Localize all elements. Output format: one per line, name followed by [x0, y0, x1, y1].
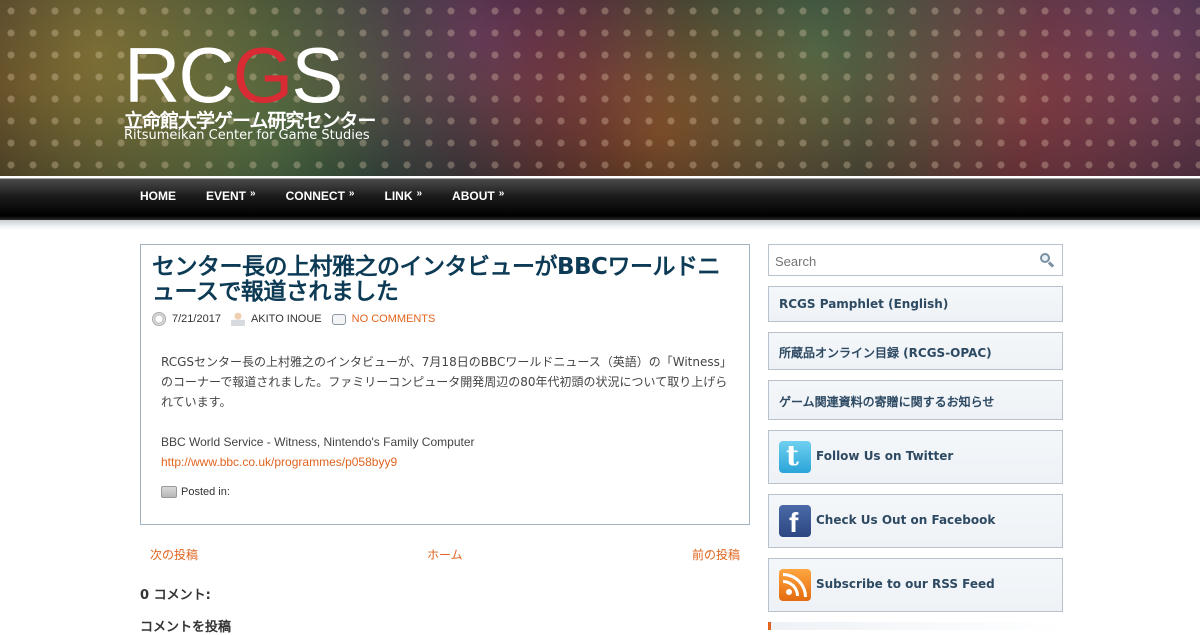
- search-handle: [1047, 261, 1055, 268]
- previous-post-link[interactable]: 前の投稿: [692, 546, 740, 563]
- rss-icon: [779, 569, 811, 601]
- post-body: RCGSセンター長の上村雅之のインタビューが、7月18日のBBCワールドニュース…: [161, 355, 728, 409]
- sidebar-twitter[interactable]: t Follow Us on Twitter: [768, 430, 1063, 484]
- folder-icon: [161, 486, 177, 498]
- nav-item-label: ABOUT: [452, 189, 495, 203]
- post-title[interactable]: センター長の上村雅之のインタビューがBBCワールドニュースで報道されました: [152, 255, 742, 305]
- user-icon: [230, 312, 245, 326]
- sidebar-next-widget-edge: [768, 622, 1063, 630]
- next-post-link[interactable]: 次の投稿: [150, 546, 198, 563]
- nav-item-label: CONNECT: [285, 189, 345, 203]
- submenu-arrow-icon: »: [498, 188, 505, 199]
- sidebar-link-label: ゲーム関連資料の寄贈に関するお知らせ: [779, 395, 995, 409]
- rss-label: Subscribe to our RSS Feed: [816, 577, 995, 591]
- logo-english-name: Ritsumeikan Center for Game Studies: [124, 128, 370, 143]
- post-meta: 7/21/2017 AKITO INOUE NO COMMENTS: [152, 312, 435, 326]
- nav-item-about[interactable]: ABOUT»: [452, 188, 505, 203]
- nav-list: HOME EVENT» CONNECT» LINK» ABOUT»: [140, 188, 534, 203]
- sidebar-link-pamphlet[interactable]: RCGS Pamphlet (English): [768, 286, 1063, 322]
- header-banner: RCGS 立命館大学ゲーム研究センター Ritsumeikan Center f…: [0, 0, 1200, 176]
- submenu-arrow-icon: »: [416, 188, 423, 199]
- post-card: センター長の上村雅之のインタビューがBBCワールドニュースで報道されました 7/…: [140, 244, 750, 525]
- post-comment-heading: コメントを投稿: [140, 620, 232, 635]
- nav-item-connect[interactable]: CONNECT»: [285, 188, 355, 203]
- comments-count-heading: 0 コメント:: [140, 588, 211, 603]
- sidebar-link-label: 所蔵品オンライン目録 (RCGS-OPAC): [779, 346, 992, 360]
- twitter-label: Follow Us on Twitter: [816, 449, 954, 463]
- nav-item-event[interactable]: EVENT»: [206, 188, 256, 203]
- logo-wordmark: RCGS: [124, 36, 343, 114]
- nav-shadow: [0, 220, 1200, 230]
- sidebar-link-opac[interactable]: 所蔵品オンライン目録 (RCGS-OPAC): [768, 332, 1063, 370]
- sidebar-rss[interactable]: Subscribe to our RSS Feed: [768, 558, 1063, 612]
- nav-item-label: HOME: [140, 189, 176, 203]
- search-box: [768, 244, 1063, 276]
- post-author: AKITO INOUE: [250, 313, 322, 325]
- nav-item-link[interactable]: LINK»: [384, 188, 423, 203]
- post-source-link[interactable]: http://www.bbc.co.uk/programmes/p058byy9: [161, 452, 397, 472]
- submenu-arrow-icon: »: [250, 188, 256, 199]
- facebook-label: Check Us Out on Facebook: [816, 513, 996, 527]
- comments-link[interactable]: NO COMMENTS: [352, 313, 436, 325]
- post-source-line: BBC World Service - Witness, Nintendo's …: [161, 435, 475, 449]
- sidebar-link-label: RCGS Pamphlet (English): [779, 297, 949, 311]
- site-logo[interactable]: RCGS 立命館大学ゲーム研究センター Ritsumeikan Center f…: [124, 36, 376, 144]
- home-link[interactable]: ホーム: [427, 546, 463, 563]
- facebook-icon: f: [779, 505, 811, 538]
- nav-item-home[interactable]: HOME: [140, 189, 176, 203]
- search-icon[interactable]: [1040, 253, 1055, 268]
- sidebar-link-donation[interactable]: ゲーム関連資料の寄贈に関するお知らせ: [768, 380, 1063, 420]
- post-date: 7/21/2017: [172, 313, 221, 325]
- nav-item-label: LINK: [384, 189, 413, 203]
- post-categories: Posted in:: [161, 486, 230, 498]
- posted-in-label: Posted in:: [181, 486, 230, 498]
- main-navigation: HOME EVENT» CONNECT» LINK» ABOUT»: [0, 176, 1200, 220]
- twitter-icon: t: [779, 439, 811, 473]
- nav-item-label: EVENT: [206, 189, 247, 203]
- submenu-arrow-icon: »: [348, 188, 355, 199]
- search-input[interactable]: [775, 251, 1035, 271]
- sidebar-facebook[interactable]: f Check Us Out on Facebook: [768, 494, 1063, 548]
- comment-icon: [331, 313, 346, 325]
- clock-icon: [152, 312, 166, 326]
